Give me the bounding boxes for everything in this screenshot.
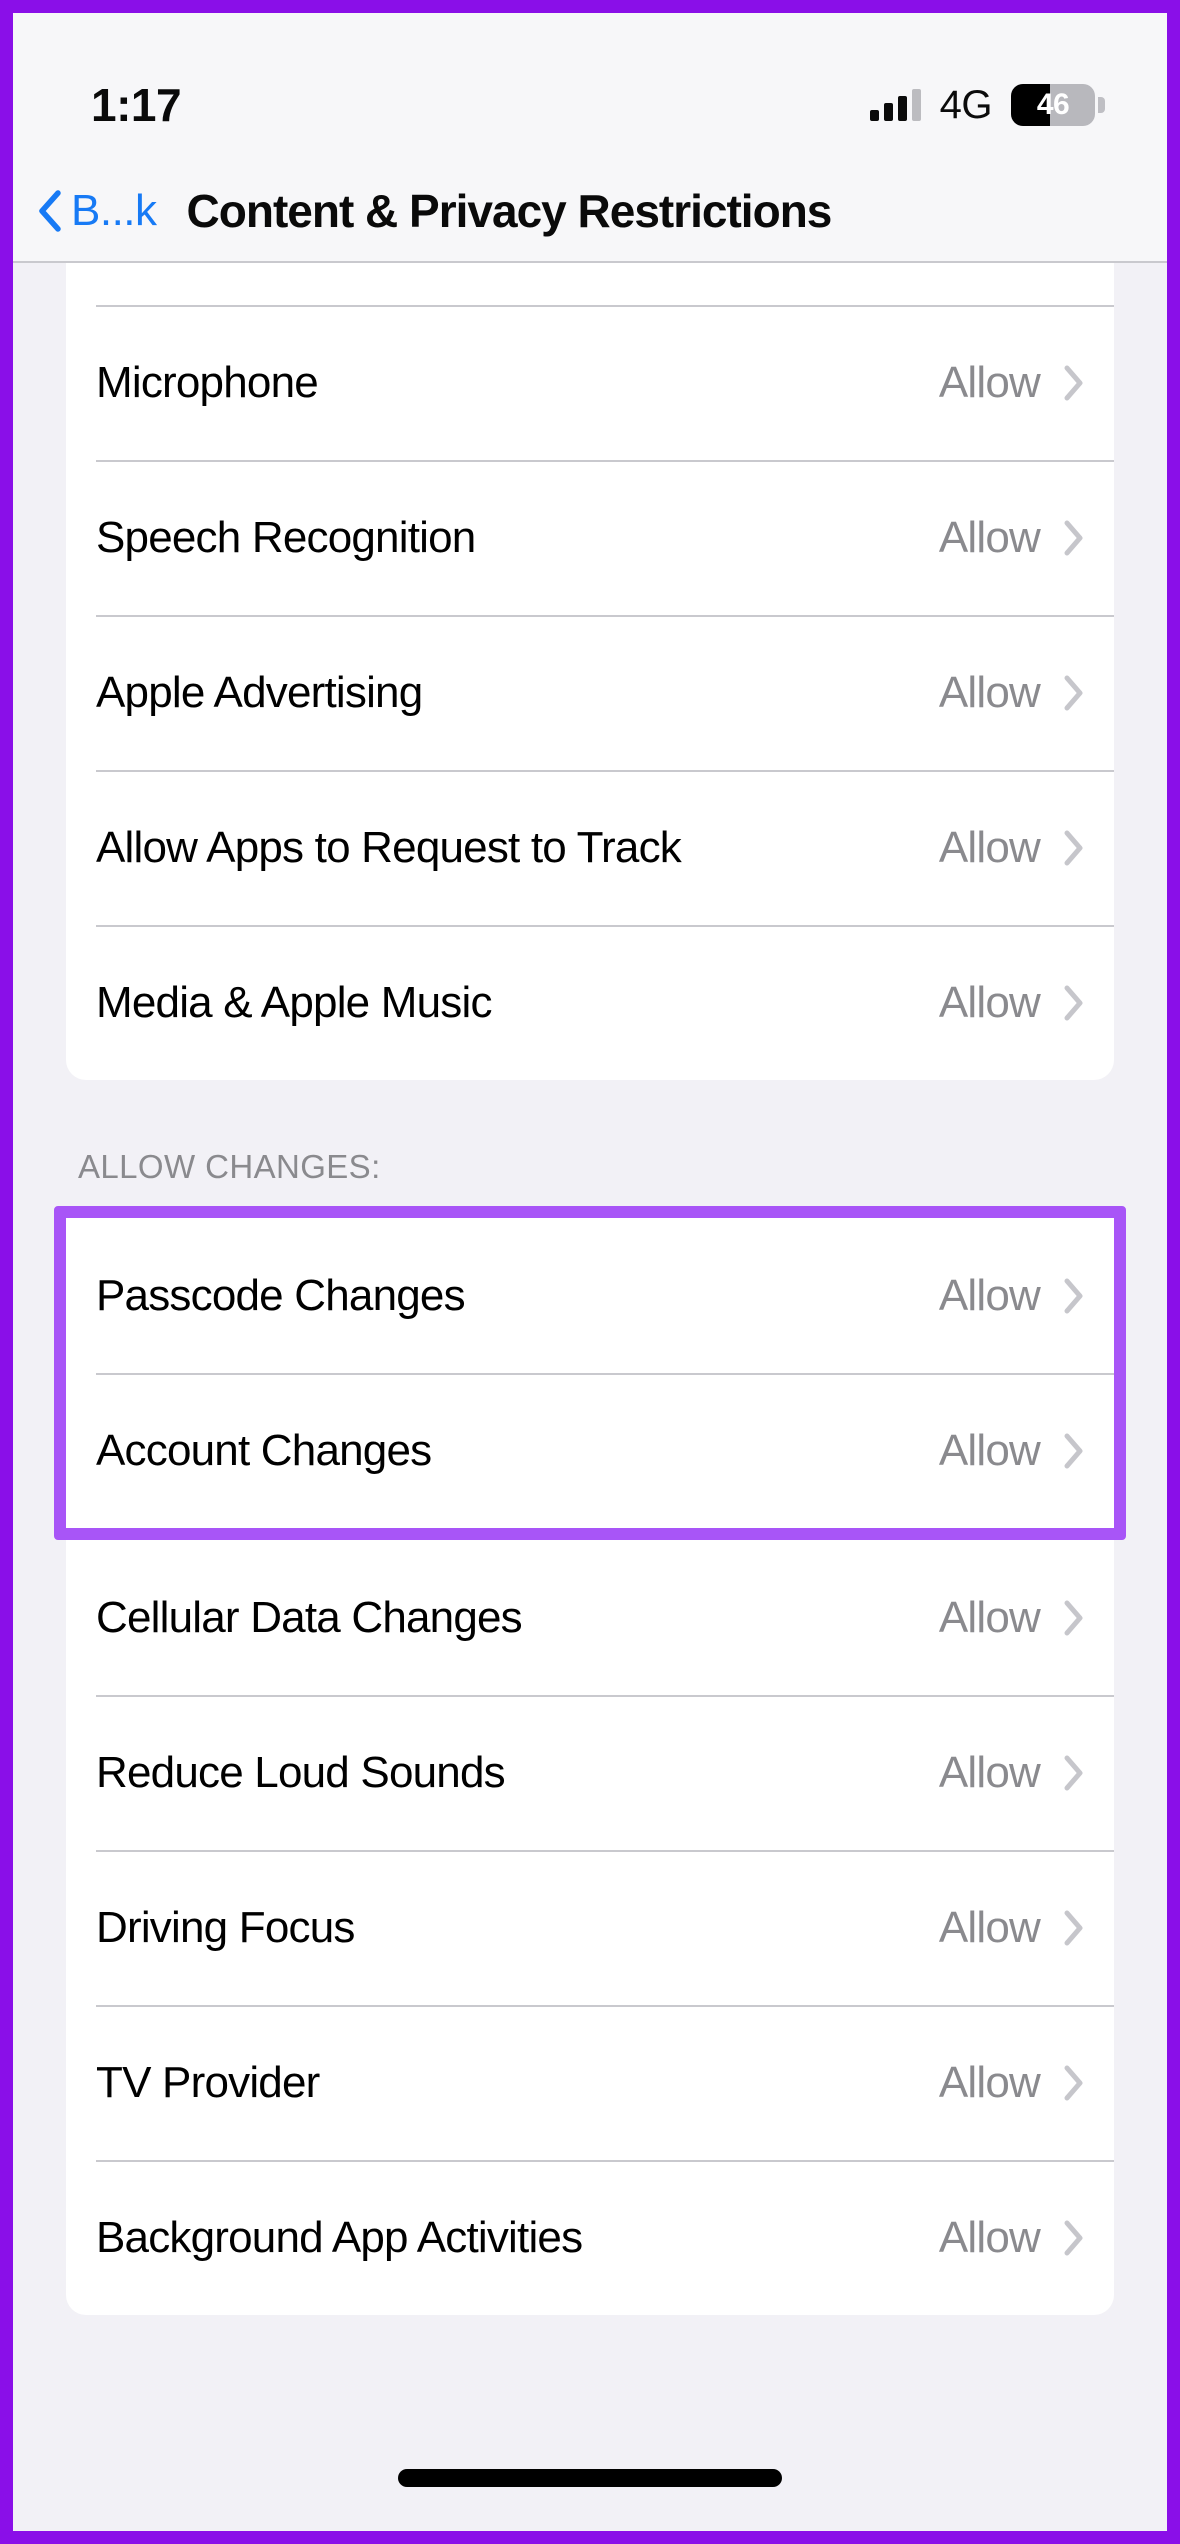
annotation-highlight-box: Passcode Changes Allow Account Changes A… [54, 1206, 1126, 1540]
chevron-right-icon [1064, 675, 1083, 710]
row-accessory: Allow [939, 2213, 1084, 2263]
privacy-settings-card: Microphone Allow Speech Recognition Allo… [66, 263, 1114, 1080]
chevron-right-icon [1064, 2065, 1083, 2100]
row-accessory: Allow [939, 978, 1084, 1028]
row-value: Allow [938, 667, 1041, 717]
table-row[interactable]: Background App Activities Allow [66, 2160, 1114, 2315]
row-label: Cellular Data Changes [96, 1592, 523, 1642]
row-accessory: Allow [939, 1903, 1084, 1953]
row-accessory: Allow [939, 1593, 1084, 1643]
row-label: Microphone [96, 357, 319, 407]
row-value: Allow [938, 1902, 1041, 1952]
cellular-signal-icon [869, 89, 921, 121]
row-value: Allow [938, 2057, 1041, 2107]
table-row[interactable]: TV Provider Allow [66, 2005, 1114, 2160]
row-value: Allow [938, 512, 1041, 562]
table-row[interactable]: Passcode Changes Allow [66, 1218, 1114, 1373]
row-accessory: Allow [939, 1748, 1084, 1798]
status-bar-indicators: 4G 46 [869, 82, 1105, 128]
row-label: Driving Focus [96, 1902, 355, 1952]
home-indicator [398, 2469, 782, 2487]
row-accessory: Allow [939, 358, 1084, 408]
row-label: Account Changes [96, 1425, 432, 1475]
chevron-right-icon [1064, 365, 1083, 400]
battery-percent-label: 46 [1036, 88, 1070, 121]
row-value: Allow [938, 1425, 1041, 1475]
row-value: Allow [938, 822, 1041, 872]
table-row[interactable]: Reduce Loud Sounds Allow [66, 1695, 1114, 1850]
section-header-allow-changes: ALLOW CHANGES: [78, 1148, 381, 1185]
row-label: Media & Apple Music [96, 977, 492, 1027]
chevron-right-icon [1064, 1433, 1083, 1468]
battery-cap [1098, 97, 1105, 113]
row-label: Reduce Loud Sounds [96, 1747, 506, 1797]
allow-changes-card-bottom: Cellular Data Changes Allow Reduce Loud … [66, 1540, 1114, 2315]
status-bar: 1:17 4G 46 [13, 13, 1167, 161]
row-label: Speech Recognition [96, 512, 476, 562]
navigation-bar: B...k Content & Privacy Restrictions [13, 161, 1167, 263]
chevron-right-icon [1064, 1755, 1083, 1790]
row-accessory: Allow [939, 1271, 1084, 1321]
status-bar-clock: 1:17 [91, 79, 182, 131]
table-row[interactable]: Account Changes Allow [66, 1373, 1114, 1528]
table-row[interactable]: Media & Apple Music Allow [66, 925, 1114, 1080]
row-value: Allow [938, 357, 1041, 407]
row-value: Allow [938, 1592, 1041, 1642]
table-row[interactable]: Driving Focus Allow [66, 1850, 1114, 2005]
row-accessory: Allow [939, 668, 1084, 718]
row-label: Passcode Changes [96, 1270, 466, 1320]
chevron-right-icon [1064, 2220, 1083, 2255]
row-label: Background App Activities [96, 2212, 583, 2262]
row-value: Allow [938, 977, 1041, 1027]
chevron-right-icon [1064, 520, 1083, 555]
row-label: Allow Apps to Request to Track [96, 822, 682, 872]
battery-icon: 46 [1011, 84, 1105, 126]
back-button-label: B...k [71, 186, 157, 235]
annotated-screenshot-frame: 1:17 4G 46 B...k Content & Privacy Restr… [0, 0, 1180, 2544]
row-accessory: Allow [939, 2058, 1084, 2108]
row-value: Allow [938, 1270, 1041, 1320]
chevron-right-icon [1064, 1600, 1083, 1635]
back-button[interactable]: B...k [37, 186, 157, 236]
chevron-right-icon [1064, 830, 1083, 865]
table-row[interactable]: Speech Recognition Allow [66, 460, 1114, 615]
row-label: Apple Advertising [96, 667, 423, 717]
chevron-right-icon [1064, 1910, 1083, 1945]
chevron-right-icon [1064, 985, 1083, 1020]
table-row[interactable]: Cellular Data Changes Allow [66, 1540, 1114, 1695]
phone-screen: 1:17 4G 46 B...k Content & Privacy Restr… [13, 13, 1167, 2531]
page-title: Content & Privacy Restrictions [186, 185, 833, 237]
row-accessory: Allow [939, 823, 1084, 873]
row-value: Allow [938, 2212, 1041, 2262]
table-row-partial[interactable] [66, 263, 1114, 305]
row-label: TV Provider [96, 2057, 320, 2107]
table-row[interactable]: Microphone Allow [66, 305, 1114, 460]
settings-list: Microphone Allow Speech Recognition Allo… [13, 263, 1167, 2531]
row-value: Allow [938, 1747, 1041, 1797]
chevron-right-icon [1064, 1278, 1083, 1313]
network-type-label: 4G [939, 82, 993, 127]
row-accessory: Allow [939, 513, 1084, 563]
table-row[interactable]: Allow Apps to Request to Track Allow [66, 770, 1114, 925]
allow-changes-card-top: Passcode Changes Allow Account Changes A… [66, 1218, 1114, 1528]
table-row[interactable]: Apple Advertising Allow [66, 615, 1114, 770]
chevron-left-icon [39, 190, 61, 232]
row-accessory: Allow [939, 1426, 1084, 1476]
